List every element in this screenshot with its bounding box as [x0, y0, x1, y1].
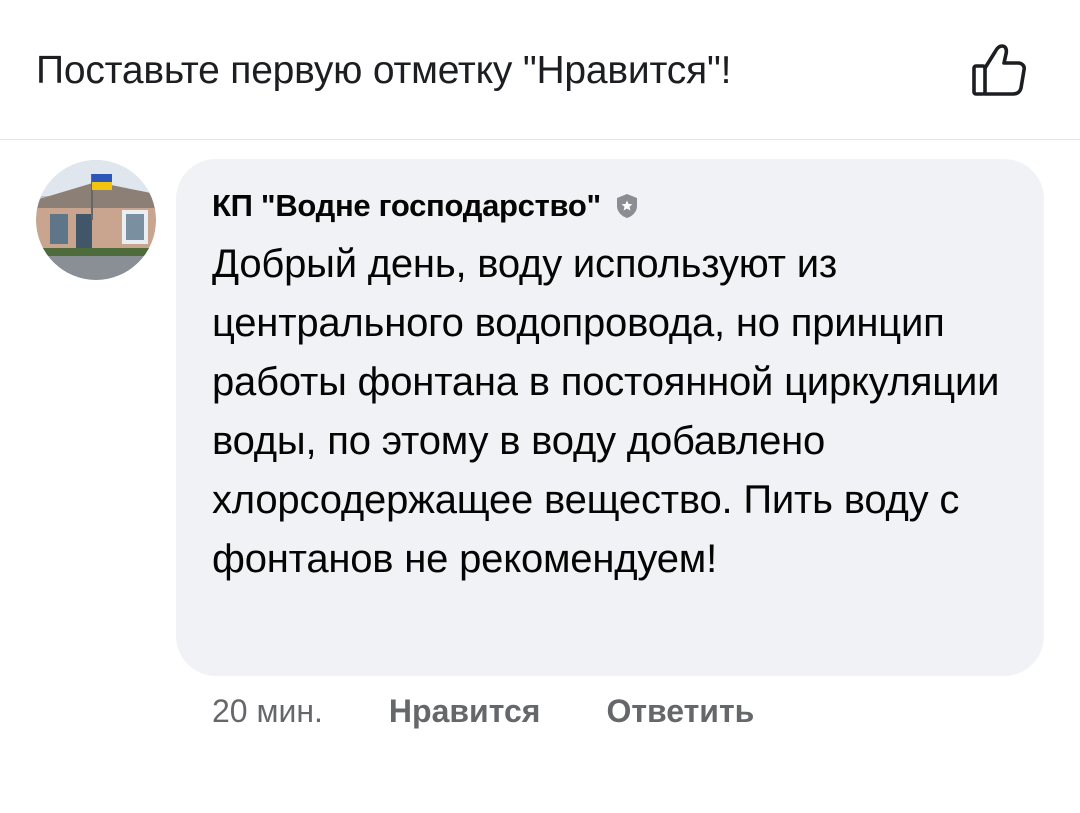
- comment-actions: 20 мин. Нравится Ответить: [212, 688, 754, 734]
- comment-like-button[interactable]: Нравится: [389, 693, 541, 730]
- comment-reply-button[interactable]: Ответить: [606, 693, 754, 730]
- like-button[interactable]: [966, 36, 1032, 102]
- comment-author-name[interactable]: КП "Водне господарство": [212, 185, 601, 227]
- author-avatar[interactable]: [36, 160, 156, 280]
- comment-author-row: КП "Водне господарство": [212, 185, 1016, 227]
- page-badge-icon: [613, 192, 641, 220]
- like-prompt-bar: Поставьте первую отметку "Нравится"!: [0, 0, 1080, 140]
- comment-text: Добрый день, воду используют из централь…: [212, 242, 1000, 581]
- comment-timestamp[interactable]: 20 мин.: [212, 693, 323, 730]
- comment-bubble: КП "Водне господарство" Добрый день, вод…: [176, 159, 1044, 676]
- thumbs-up-icon: [966, 36, 1032, 102]
- like-prompt-text: Поставьте первую отметку "Нравится"!: [36, 49, 732, 92]
